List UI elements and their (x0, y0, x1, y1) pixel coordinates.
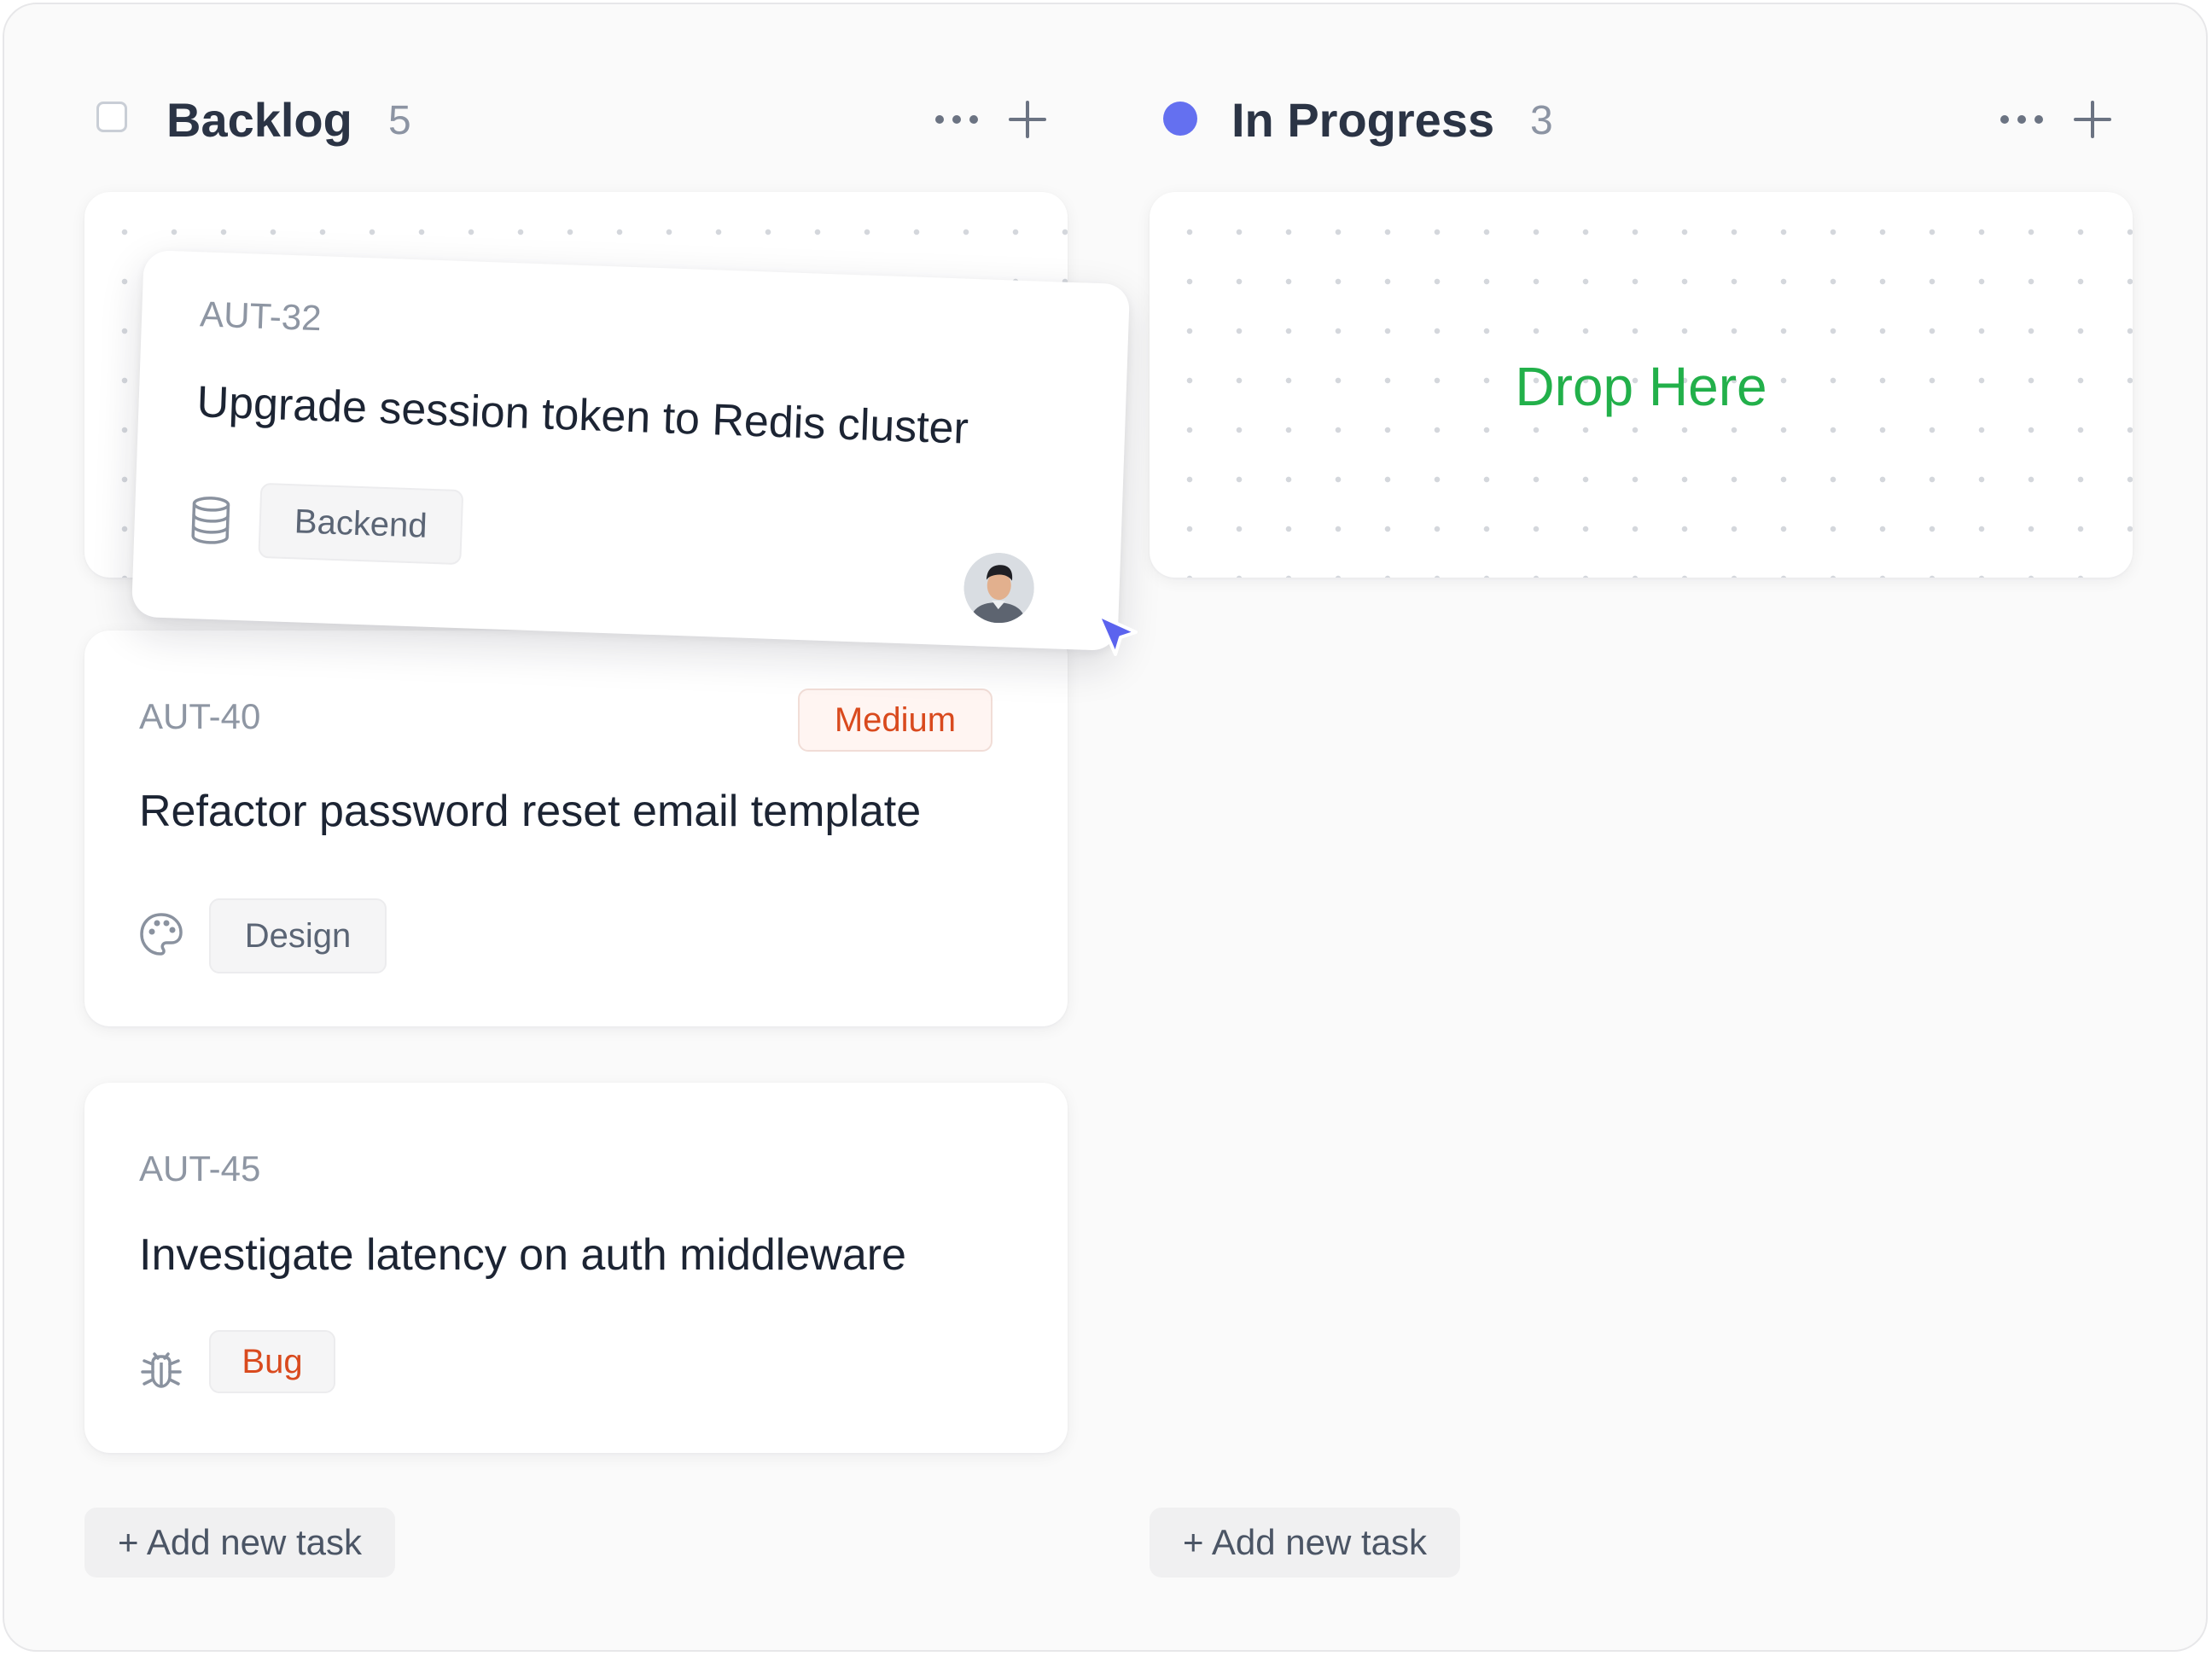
task-title[interactable]: Refactor password reset email template (139, 789, 921, 834)
drop-zone[interactable]: Drop Here (1150, 192, 2133, 578)
assignee-avatar[interactable] (963, 551, 1036, 625)
task-tag: Bug (209, 1330, 335, 1393)
plus-icon (2074, 101, 2111, 138)
backlog-column-title: Backlog (166, 93, 352, 147)
cursor-pointer-icon (1093, 610, 1144, 663)
task-id: AUT-32 (199, 293, 323, 339)
drop-zone-label: Drop Here (1515, 356, 1767, 417)
task-title[interactable]: Investigate latency on auth middleware (139, 1233, 906, 1277)
priority-badge: Medium (798, 689, 992, 752)
task-id: AUT-45 (139, 1148, 261, 1188)
in-progress-column-count: 3 (1530, 98, 1553, 143)
bug-icon (137, 1344, 185, 1392)
backlog-add-new-task-button[interactable]: + Add new task (84, 1508, 395, 1578)
in-progress-add-new-task-button[interactable]: + Add new task (1150, 1508, 1460, 1578)
backlog-status-checkbox[interactable] (96, 102, 127, 132)
backlog-add-button[interactable] (1006, 98, 1049, 141)
more-horizontal-icon (2000, 115, 2043, 124)
in-progress-more-options-button[interactable] (1998, 100, 2046, 139)
in-progress-status-dot-icon (1163, 102, 1197, 136)
dragging-task-card[interactable]: AUT-32 Upgrade session token to Redis cl… (131, 249, 1131, 652)
in-progress-column-title: In Progress (1231, 93, 1495, 147)
task-card[interactable]: AUT-40 Medium Refactor password reset em… (84, 630, 1068, 1026)
plus-icon (1009, 101, 1046, 138)
more-horizontal-icon (935, 115, 978, 124)
kanban-board: Backlog 5 In Progress 3 AUT-40 Medium Re… (3, 3, 2208, 1652)
task-id: AUT-40 (139, 696, 261, 736)
task-tag: Backend (258, 482, 464, 566)
task-tag: Design (209, 898, 387, 973)
user-avatar-icon (963, 551, 1036, 625)
task-title[interactable]: Upgrade session token to Redis cluster (196, 377, 969, 454)
database-icon (187, 494, 235, 547)
in-progress-add-button[interactable] (2071, 98, 2114, 141)
backlog-more-options-button[interactable] (933, 100, 981, 139)
task-card[interactable]: AUT-45 Investigate latency on auth middl… (84, 1083, 1068, 1453)
palette-icon (137, 910, 185, 958)
backlog-column-count: 5 (388, 98, 411, 143)
